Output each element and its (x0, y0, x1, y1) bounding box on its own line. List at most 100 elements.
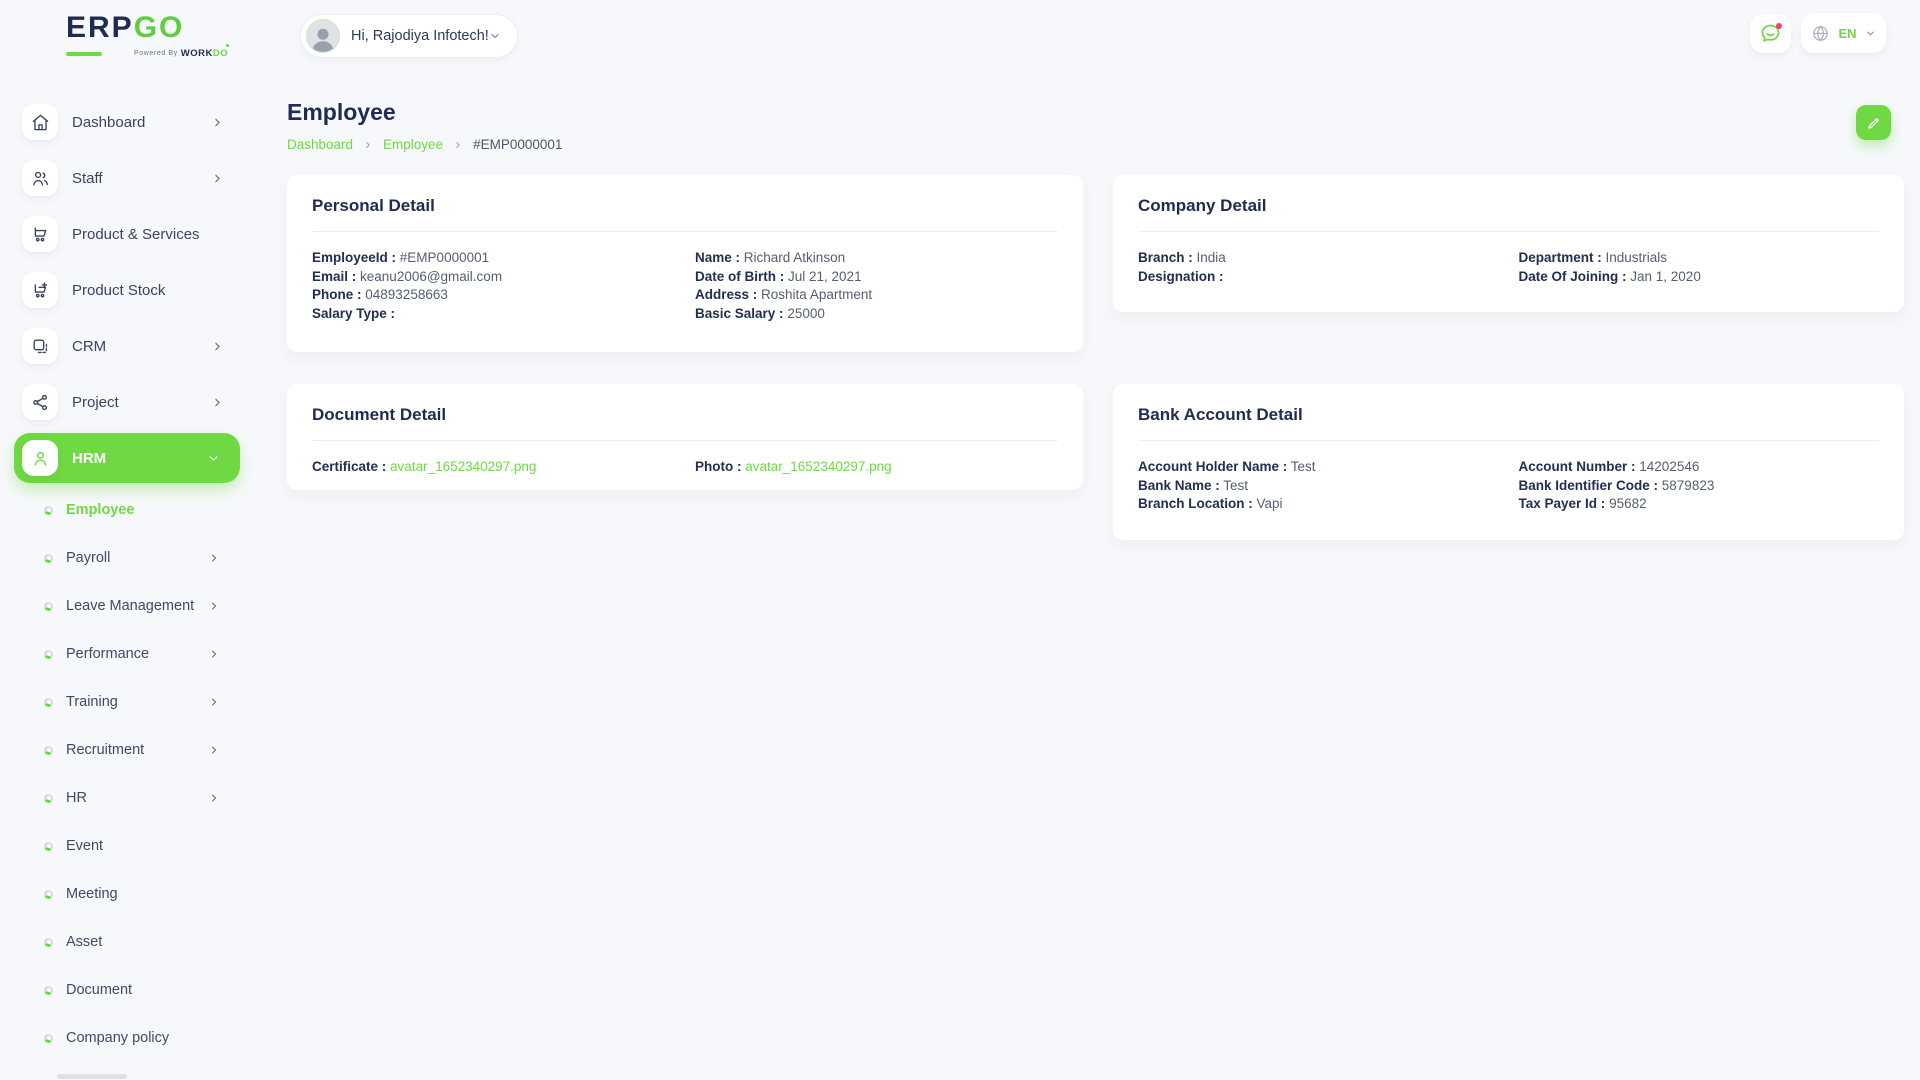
submenu-item-hr[interactable]: HR (0, 774, 250, 822)
field-certificate: Certificate : avatar_1652340297.png (312, 458, 675, 477)
breadcrumb-dashboard[interactable]: Dashboard (287, 137, 353, 152)
edit-employee-button[interactable] (1856, 105, 1891, 140)
chevron-right-icon (363, 140, 373, 150)
sidebar-item-label: Product & Services (72, 226, 200, 243)
sidebar-item-label: Project (72, 394, 119, 411)
submenu-item-asset[interactable]: Asset (0, 918, 250, 966)
submenu-label: Leave Management (66, 598, 194, 614)
sidebar-item-label: Product Stock (72, 282, 165, 299)
field-designation: Designation : (1138, 268, 1499, 287)
chevron-down-icon (1865, 28, 1876, 39)
submenu-item-meeting[interactable]: Meeting (0, 870, 250, 918)
sidebar-item-label: Staff (72, 170, 103, 187)
submenu-item-training[interactable]: Training (0, 678, 250, 726)
field-tax-payer-id: Tax Payer Id : 95682 (1519, 495, 1880, 514)
submenu-item-employee[interactable]: Employee (0, 486, 250, 534)
submenu-item-recruitment[interactable]: Recruitment (0, 726, 250, 774)
certificate-file-link[interactable]: avatar_1652340297.png (390, 459, 536, 474)
divider (1138, 231, 1879, 232)
field-department: Department : Industrials (1519, 249, 1880, 268)
card-title: Document Detail (312, 405, 1058, 425)
divider (1138, 440, 1879, 441)
chevron-right-icon (208, 696, 220, 708)
users-icon (31, 169, 50, 188)
chevron-right-icon (208, 600, 220, 612)
bullet-icon (44, 842, 53, 851)
sidebar-item-project[interactable]: Project (0, 374, 250, 430)
bullet-icon (44, 746, 53, 755)
submenu-item-company-policy[interactable]: Company policy (0, 1014, 250, 1062)
chevron-right-icon (211, 396, 224, 409)
cart-icon (31, 225, 50, 244)
sidebar-item-dashboard[interactable]: Dashboard (0, 94, 250, 150)
bullet-icon (44, 650, 53, 659)
divider (312, 440, 1058, 441)
sidebar-item-label: Dashboard (72, 114, 145, 131)
field-address: Address : Roshita Apartment (695, 286, 1058, 305)
chevron-right-icon (211, 172, 224, 185)
photo-file-link[interactable]: avatar_1652340297.png (745, 459, 891, 474)
messenger-button[interactable] (1750, 14, 1791, 53)
workdo-text: WORKDO (181, 48, 228, 59)
submenu-item-payroll[interactable]: Payroll (0, 534, 250, 582)
breadcrumb-employee[interactable]: Employee (383, 137, 443, 152)
sidebar-nav: Dashboard Staff Product & Services Produ… (0, 94, 250, 486)
breadcrumb-current: #EMP0000001 (473, 137, 562, 152)
breadcrumb: Dashboard Employee #EMP0000001 (287, 137, 562, 152)
bank-account-detail-card: Bank Account Detail Account Holder Name … (1113, 384, 1904, 540)
chevron-right-icon (211, 340, 224, 353)
field-date-of-birth: Date of Birth : Jul 21, 2021 (695, 268, 1058, 287)
bullet-icon (44, 1034, 53, 1043)
sidebar-item-hrm-wrap: HRM (0, 430, 250, 486)
sidebar-item-label: HRM (72, 450, 106, 467)
bullet-icon (44, 698, 53, 707)
submenu-label: Event (66, 838, 103, 854)
share-nodes-icon (31, 393, 50, 412)
submenu-label: Meeting (66, 886, 118, 902)
home-icon (31, 113, 50, 132)
scrollbar-thumb[interactable] (57, 1074, 127, 1079)
company-detail-card: Company Detail Branch : India Designatio… (1113, 175, 1904, 312)
sidebar-item-label: CRM (72, 338, 106, 355)
document-detail-card: Document Detail Certificate : avatar_165… (287, 384, 1083, 490)
sidebar-item-hrm[interactable]: HRM (14, 433, 240, 483)
card-title: Personal Detail (312, 196, 1058, 216)
pencil-icon (1866, 115, 1882, 131)
submenu-item-document[interactable]: Document (0, 966, 250, 1014)
person-silhouette-icon (308, 24, 338, 52)
logo-wordmark: ERPGO (66, 13, 228, 43)
sidebar-item-crm[interactable]: CRM (0, 318, 250, 374)
copy-icon (31, 337, 50, 356)
field-branch: Branch : India (1138, 249, 1499, 268)
bullet-icon (44, 602, 53, 611)
submenu-label: Company policy (66, 1030, 169, 1046)
language-selector[interactable]: EN (1801, 13, 1886, 53)
field-name: Name : Richard Atkinson (695, 249, 1058, 268)
submenu-item-event[interactable]: Event (0, 822, 250, 870)
logo-underline-bar (66, 52, 102, 56)
greeting-text: Hi, Rajodiya Infotech! (351, 28, 489, 44)
card-title: Bank Account Detail (1138, 405, 1879, 425)
submenu-item-performance[interactable]: Performance (0, 630, 250, 678)
field-branch-location: Branch Location : Vapi (1138, 495, 1499, 514)
erpgo-logo[interactable]: ERPGO Powered By WORKDO (66, 13, 228, 59)
field-employee-id: EmployeeId : #EMP0000001 (312, 249, 675, 268)
sidebar-item-product-stock[interactable]: Product Stock (0, 262, 250, 318)
bullet-icon (44, 794, 53, 803)
submenu-label: Recruitment (66, 742, 144, 758)
bullet-icon (44, 506, 53, 515)
field-account-number: Account Number : 14202546 (1519, 458, 1880, 477)
app-window: ERPGO Powered By WORKDO Hi, Rajodiya Inf… (0, 0, 1920, 1080)
submenu-label: Employee (66, 502, 135, 518)
user-menu-button[interactable]: Hi, Rajodiya Infotech! (300, 14, 518, 58)
page-title: Employee (287, 99, 396, 126)
submenu-label: Performance (66, 646, 149, 662)
bullet-icon (44, 554, 53, 563)
submenu-item-leave-management[interactable]: Leave Management (0, 582, 250, 630)
submenu-label: Payroll (66, 550, 110, 566)
sidebar-item-product-services[interactable]: Product & Services (0, 206, 250, 262)
submenu-label: HR (66, 790, 87, 806)
sidebar-item-staff[interactable]: Staff (0, 150, 250, 206)
chevron-right-icon (453, 140, 463, 150)
hrm-submenu: Employee Payroll Leave Management Perfor… (0, 486, 250, 1062)
